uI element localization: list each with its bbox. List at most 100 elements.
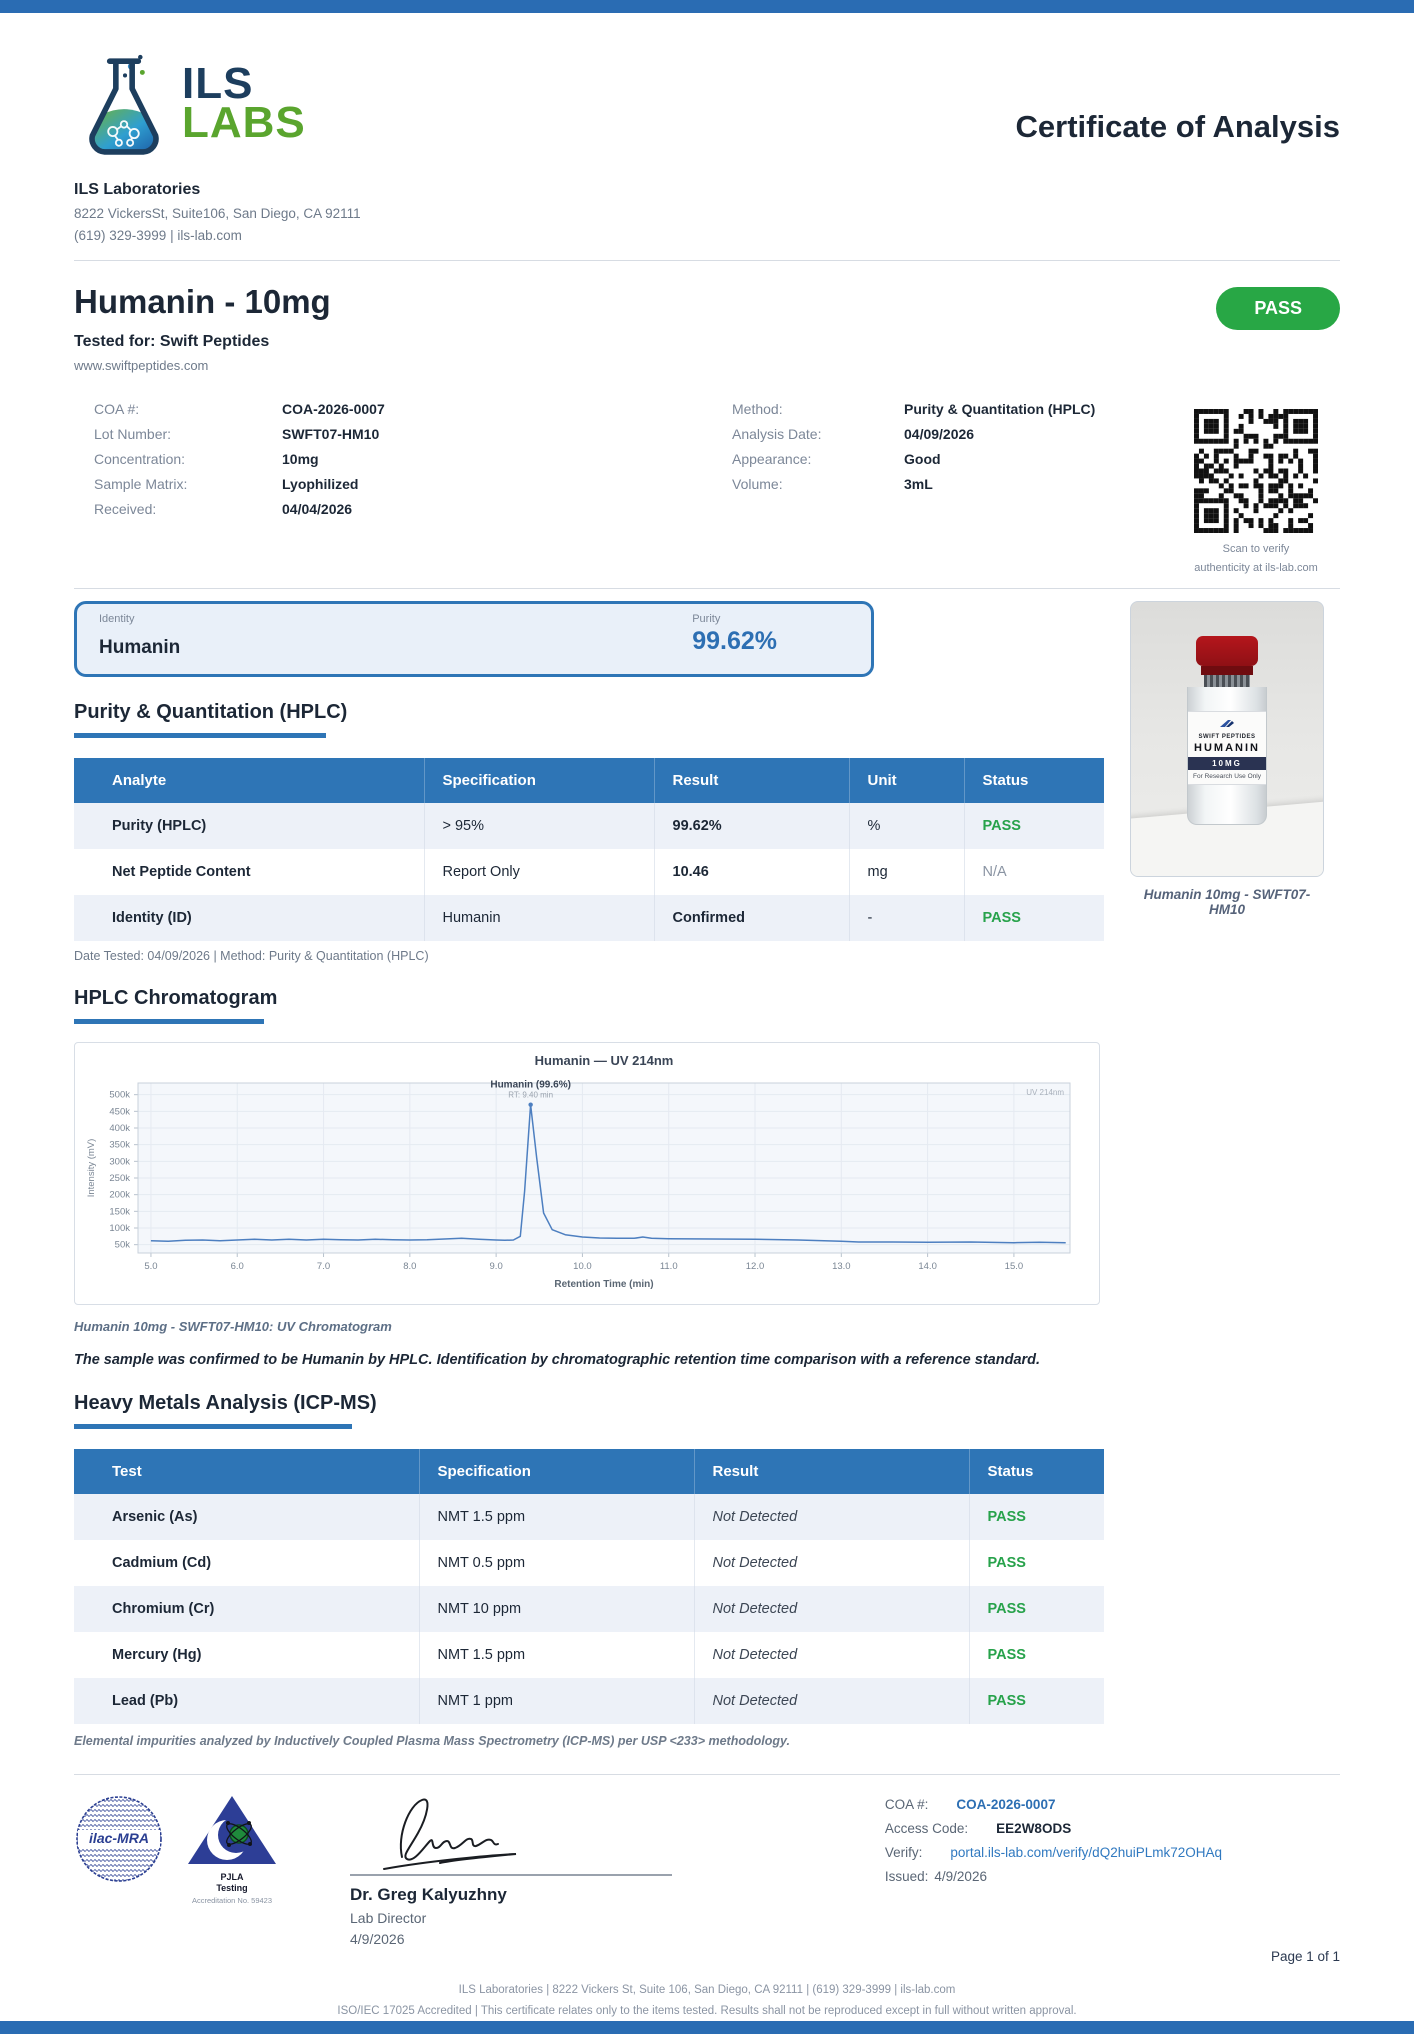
peak-label: Humanin (99.6%)	[490, 1080, 571, 1091]
svg-text:6.0: 6.0	[231, 1261, 244, 1272]
bottom-accent-bar	[0, 2021, 1414, 2034]
info-label: Concentration:	[94, 451, 282, 467]
legal-footer: ILS Laboratories | 8222 Vickers St, Suit…	[74, 1980, 1340, 2021]
info-value: 04/09/2026	[904, 426, 974, 442]
cell-test: Lead (Pb)	[74, 1678, 419, 1724]
col-status: Status	[964, 758, 1104, 803]
cell-specification: NMT 1.5 ppm	[419, 1632, 694, 1678]
qr-caption-2: authenticity at ils-lab.com	[1190, 562, 1322, 574]
purity-label: Purity	[692, 613, 777, 625]
info-row: COA #:COA-2026-0007	[94, 401, 385, 417]
page-number: Page 1 of 1	[74, 1949, 1340, 1964]
info-label: Sample Matrix:	[94, 476, 282, 492]
info-value: 10mg	[282, 451, 319, 467]
lab-address: 8222 VickersSt, Suite106, San Diego, CA …	[74, 206, 1340, 221]
cell-unit: -	[849, 895, 964, 941]
document-header: ILS LABS Certificate of Analysis	[74, 51, 1340, 157]
vial-note: For Research Use Only	[1188, 773, 1266, 780]
svg-text:10.0: 10.0	[573, 1261, 592, 1272]
vial-product-name: HUMANIN	[1188, 742, 1266, 754]
cell-status: PASS	[969, 1586, 1104, 1632]
svg-text:300k: 300k	[109, 1156, 130, 1167]
cell-specification: NMT 1 ppm	[419, 1678, 694, 1724]
coa-document: ILS LABS Certificate of Analysis ILS Lab…	[0, 0, 1414, 2034]
table-row: Chromium (Cr)NMT 10 ppmNot DetectedPASS	[74, 1586, 1104, 1632]
lab-address-block: ILS Laboratories 8222 VickersSt, Suite10…	[74, 181, 1340, 243]
cell-test: Chromium (Cr)	[74, 1586, 419, 1632]
verify-link[interactable]: portal.ils-lab.com/verify/dQ2huiPLmk72OH…	[950, 1845, 1222, 1860]
ils-labs-logo: ILS LABS	[74, 51, 306, 157]
cell-status: PASS	[969, 1632, 1104, 1678]
signature-icon	[364, 1793, 584, 1881]
cell-status: PASS	[964, 803, 1104, 849]
table-row: Lead (Pb)NMT 1 ppmNot DetectedPASS	[74, 1678, 1104, 1724]
hplc-chromatogram-chart: 50k100k150k200k250k300k350k400k450k500k5…	[80, 1049, 1094, 1297]
cell-result: Not Detected	[694, 1678, 969, 1724]
tested-for: Tested for: Swift Peptides	[74, 333, 331, 351]
qr-block: Scan to verify authenticity at ils-lab.c…	[1190, 409, 1322, 574]
svg-text:200k: 200k	[109, 1190, 130, 1201]
cell-result: Not Detected	[694, 1632, 969, 1678]
qr-caption-1: Scan to verify	[1190, 543, 1322, 555]
section-underline	[74, 1424, 352, 1429]
table-header-row: Analyte Specification Result Unit Status	[74, 758, 1104, 803]
vial-brand: SWIFT PEPTIDES	[1188, 734, 1266, 740]
cell-result: Confirmed	[654, 895, 849, 941]
svg-text:500k: 500k	[109, 1090, 130, 1101]
col-specification: Specification	[424, 758, 654, 803]
product-photo-card: SWIFT PEPTIDES HUMANIN 10MG For Research…	[1130, 601, 1324, 917]
svg-text:13.0: 13.0	[832, 1261, 851, 1272]
logo-text-labs: LABS	[182, 104, 306, 143]
svg-text:350k: 350k	[109, 1140, 130, 1151]
chart-title: Humanin — UV 214nm	[535, 1053, 674, 1068]
table-row: Cadmium (Cd)NMT 0.5 ppmNot DetectedPASS	[74, 1540, 1104, 1586]
vial-cap	[1196, 636, 1258, 666]
svg-text:50k: 50k	[115, 1240, 131, 1251]
svg-text:150k: 150k	[109, 1206, 130, 1217]
sample-info-left: COA #:COA-2026-0007 Lot Number:SWFT07-HM1…	[94, 401, 385, 526]
client-website-link[interactable]: www.swiftpeptides.com	[74, 358, 331, 373]
table-row: Mercury (Hg)NMT 1.5 ppmNot DetectedPASS	[74, 1632, 1104, 1678]
col-result: Result	[654, 758, 849, 803]
lab-name: ILS Laboratories	[74, 181, 1340, 199]
svg-text:9.0: 9.0	[490, 1261, 503, 1272]
info-row: Received:04/04/2026	[94, 501, 385, 517]
chromatogram-caption: Humanin 10mg - SWFT07-HM10: UV Chromatog…	[74, 1319, 1340, 1334]
vial: SWIFT PEPTIDES HUMANIN 10MG For Research…	[1187, 636, 1267, 825]
footer: ilac-MRA PJLA Testing Accredit	[74, 1793, 1340, 1947]
info-label: Appearance:	[732, 451, 904, 467]
heavy-metals-table: Test Specification Result Status Arsenic…	[74, 1449, 1104, 1724]
coa-number-label: COA #:	[885, 1797, 957, 1812]
info-value: SWFT07-HM10	[282, 426, 379, 442]
svg-text:11.0: 11.0	[660, 1261, 678, 1272]
ilac-mra-logo: ilac-MRA	[74, 1793, 164, 1885]
date-tested-note: Date Tested: 04/09/2026 | Method: Purity…	[74, 949, 1340, 963]
cell-unit: mg	[849, 849, 964, 895]
table-row: Arsenic (As)NMT 1.5 ppmNot DetectedPASS	[74, 1494, 1104, 1540]
cell-status: N/A	[964, 849, 1104, 895]
verify-label: Verify:	[885, 1845, 951, 1860]
purity-value: 99.62%	[692, 627, 777, 656]
svg-text:7.0: 7.0	[317, 1261, 330, 1272]
info-label: COA #:	[94, 401, 282, 417]
vial-caption: Humanin 10mg - SWFT07-HM10	[1130, 887, 1324, 917]
cell-result: Not Detected	[694, 1586, 969, 1632]
signer-name: Dr. Greg Kalyuzhny	[350, 1885, 684, 1905]
vial-body: SWIFT PEPTIDES HUMANIN 10MG For Research…	[1187, 687, 1267, 825]
cell-specification: NMT 0.5 ppm	[419, 1540, 694, 1586]
cell-specification: NMT 1.5 ppm	[419, 1494, 694, 1540]
svg-text:5.0: 5.0	[144, 1261, 157, 1272]
info-row: Analysis Date:04/09/2026	[732, 426, 1095, 442]
chromatogram-chart-box: 50k100k150k200k250k300k350k400k450k500k5…	[74, 1042, 1100, 1305]
icpms-footnote: Elemental impurities analyzed by Inducti…	[74, 1734, 1340, 1748]
cell-test: Cadmium (Cd)	[74, 1540, 419, 1586]
identity-value: Humanin	[99, 637, 180, 659]
cell-specification: Humanin	[424, 895, 654, 941]
col-test: Test	[74, 1449, 419, 1494]
section-title-chromatogram: HPLC Chromatogram	[74, 987, 1340, 1010]
info-label: Received:	[94, 501, 282, 517]
sample-info-section: COA #:COA-2026-0007 Lot Number:SWFT07-HM1…	[74, 399, 1340, 571]
y-axis-label: Intensity (mV)	[86, 1139, 97, 1198]
info-row: Method:Purity & Quantitation (HPLC)	[732, 401, 1095, 417]
info-row: Lot Number:SWFT07-HM10	[94, 426, 385, 442]
